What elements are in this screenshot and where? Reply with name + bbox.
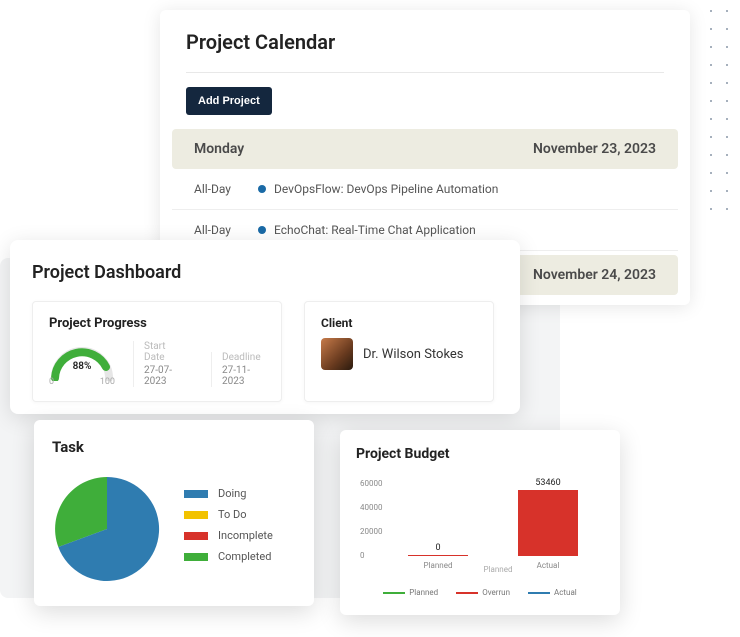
start-date-value: 27-07-2023 — [144, 365, 187, 387]
legend-swatch — [528, 592, 550, 594]
progress-title: Project Progress — [49, 316, 265, 331]
avatar — [321, 338, 353, 370]
x-axis-label: Planned — [396, 565, 600, 574]
start-date-block: Start Date 27-07-2023 — [133, 341, 187, 387]
legend-swatch — [184, 532, 208, 540]
dashboard-card: Project Dashboard Project Progress 88% 0… — [10, 240, 520, 414]
task-card: Task Doing To Do Incomplete Completed — [34, 420, 314, 606]
budget-title: Project Budget — [356, 446, 604, 462]
progress-percent: 88% — [49, 361, 115, 372]
gauge-min: 0 — [49, 377, 54, 387]
legend-item: To Do — [184, 508, 273, 521]
deadline-value: 27-11-2023 — [222, 365, 265, 387]
calendar-event-row[interactable]: All-Day DevOpsFlow: DevOps Pipeline Auto… — [172, 169, 678, 210]
budget-bar-chart: 0 20000 40000 60000 0 Planned 53460 Actu… — [360, 470, 600, 570]
legend-item: Incomplete — [184, 529, 273, 542]
budget-series-legend: Planned Overrun Actual — [356, 588, 604, 597]
legend-swatch — [456, 592, 478, 594]
legend-label: Actual — [554, 588, 577, 597]
legend-label: Completed — [218, 550, 271, 563]
task-legend: Doing To Do Incomplete Completed — [184, 487, 273, 571]
legend-label: Overrun — [482, 588, 510, 597]
client-title: Client — [321, 316, 477, 330]
calendar-date: November 24, 2023 — [533, 267, 656, 283]
event-timing: All-Day — [194, 223, 258, 237]
gauge-max: 100 — [100, 377, 115, 387]
legend-label: Doing — [218, 487, 246, 500]
legend-item: Doing — [184, 487, 273, 500]
client-name: Dr. Wilson Stokes — [363, 347, 464, 362]
task-title: Task — [52, 438, 296, 456]
bar-actual: 53460 Actual — [518, 490, 578, 556]
legend-item: Planned — [383, 588, 438, 597]
event-dot-icon — [258, 226, 266, 234]
bar-planned: 0 Planned — [408, 555, 468, 556]
legend-swatch — [184, 553, 208, 561]
calendar-day-header: Monday November 23, 2023 — [172, 129, 678, 169]
legend-item: Overrun — [456, 588, 510, 597]
ytick: 0 — [360, 551, 365, 560]
bar-value: 53460 — [518, 478, 578, 488]
event-dot-icon — [258, 185, 266, 193]
progress-panel: Project Progress 88% 0 100 Start Date 27… — [32, 301, 282, 402]
add-project-button[interactable]: Add Project — [186, 87, 272, 115]
legend-item: Completed — [184, 550, 273, 563]
event-title: EchoChat: Real-Time Chat Application — [274, 223, 476, 237]
bar-value: 0 — [408, 543, 468, 553]
start-date-label: Start Date — [144, 341, 187, 363]
divider — [186, 72, 664, 73]
deadline-block: Deadline 27-11-2023 — [211, 352, 265, 387]
day-of-week: Monday — [194, 141, 244, 157]
legend-label: Planned — [409, 588, 438, 597]
legend-swatch — [184, 511, 208, 519]
event-title: DevOpsFlow: DevOps Pipeline Automation — [274, 182, 498, 196]
budget-card: Project Budget 0 20000 40000 60000 0 Pla… — [340, 430, 620, 615]
decorative-dots — [710, 10, 740, 210]
calendar-title: Project Calendar — [160, 30, 690, 72]
task-pie-chart — [52, 474, 162, 584]
progress-gauge: 88% 0 100 — [49, 345, 115, 387]
ytick: 60000 — [360, 479, 382, 488]
client-panel: Client Dr. Wilson Stokes — [304, 301, 494, 402]
event-timing: All-Day — [194, 182, 258, 196]
ytick: 20000 — [360, 527, 382, 536]
dashboard-title: Project Dashboard — [32, 262, 498, 283]
ytick: 40000 — [360, 503, 382, 512]
legend-label: Incomplete — [218, 529, 273, 542]
deadline-label: Deadline — [222, 352, 265, 363]
calendar-date: November 23, 2023 — [533, 141, 656, 157]
legend-swatch — [184, 490, 208, 498]
legend-label: To Do — [218, 508, 247, 521]
legend-item: Actual — [528, 588, 577, 597]
legend-swatch — [383, 592, 405, 594]
